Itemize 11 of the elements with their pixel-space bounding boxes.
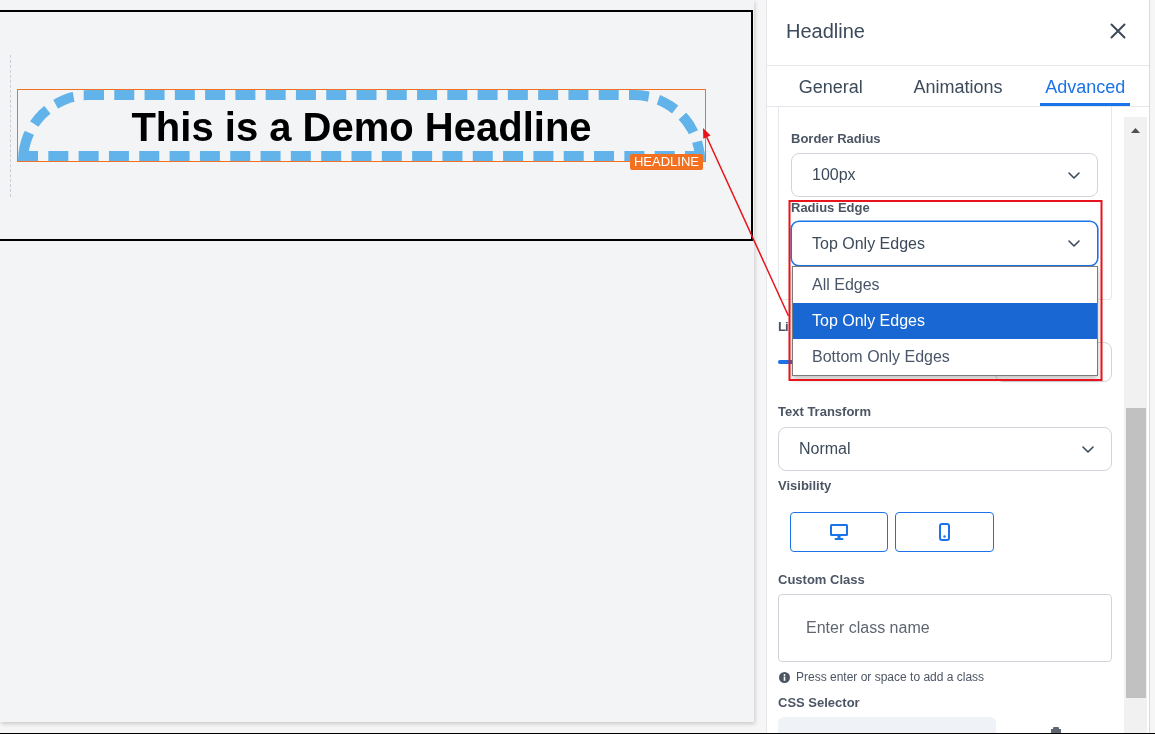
panel-title: Headline (786, 19, 865, 43)
field-label: Text Transform (778, 404, 871, 420)
field-label: Visibility (778, 478, 832, 494)
field-label: Border Radius (791, 131, 881, 147)
hint-text: Press enter or space to add a class (796, 670, 985, 684)
field-label: Li (778, 319, 788, 335)
field-label: CSS Selector (778, 695, 860, 711)
headline-text: This is a Demo Headline (131, 107, 592, 147)
field-label: Radius Edge (791, 200, 870, 216)
element-tag: HEADLINE (629, 154, 703, 170)
field-label: Custom Class (778, 572, 865, 588)
